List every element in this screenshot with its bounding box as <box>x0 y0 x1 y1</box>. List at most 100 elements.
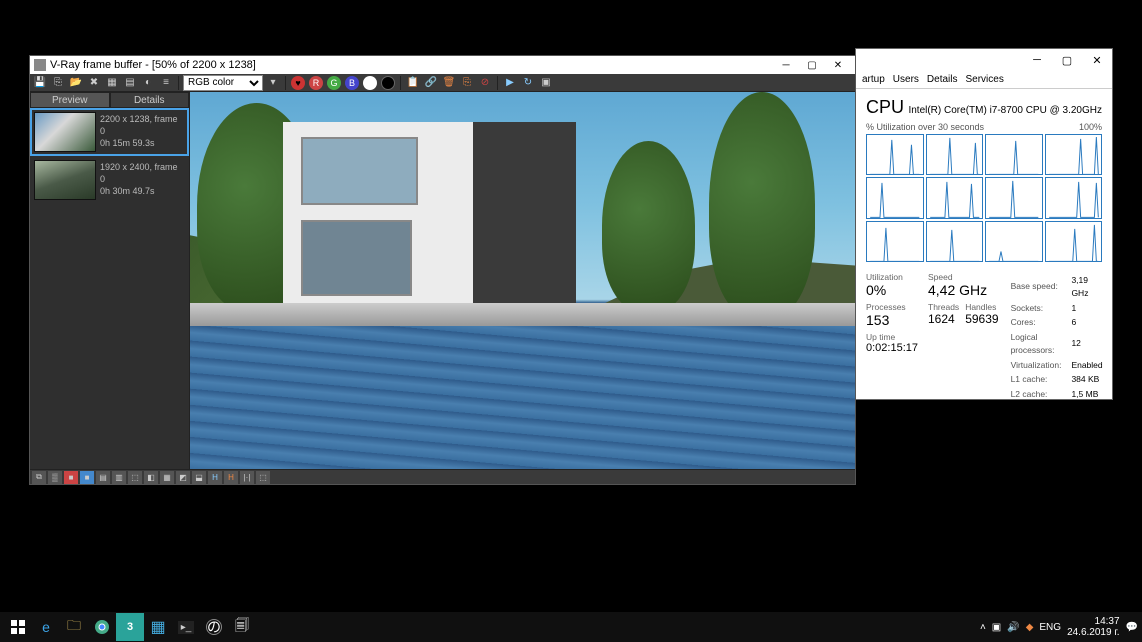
clock-time: 14:37 <box>1067 616 1119 628</box>
status-tool-icon[interactable]: ⬚ <box>256 471 270 484</box>
status-tool-icon[interactable]: ■ <box>64 471 78 484</box>
history-item[interactable]: 1920 x 2400, frame 0 0h 30m 49.7s <box>30 156 189 204</box>
cpu-core-graphs[interactable] <box>866 134 1102 262</box>
close-button[interactable]: ✕ <box>1082 49 1112 71</box>
region-icon[interactable]: ▦ <box>104 75 120 91</box>
status-tool-icon[interactable]: H <box>208 471 222 484</box>
render-icon[interactable]: ↻ <box>520 75 536 91</box>
util-label: % Utilization over 30 seconds <box>866 122 984 132</box>
render-viewport[interactable] <box>190 92 855 469</box>
rendered-image <box>190 92 855 469</box>
mono-icon[interactable]: ◐ <box>140 75 156 91</box>
language-indicator[interactable]: ENG <box>1039 622 1061 633</box>
app-circle-icon[interactable]: の <box>200 613 228 641</box>
status-tool-icon[interactable]: ◩ <box>176 471 190 484</box>
speed-value: 4,42 GHz <box>928 282 999 298</box>
status-tool-icon[interactable]: ⬓ <box>192 471 206 484</box>
dropdown-icon[interactable]: ▾ <box>265 75 281 91</box>
chrome-icon[interactable] <box>88 613 116 641</box>
maximize-button[interactable]: ▢ <box>1052 49 1082 71</box>
tray-chevron-icon[interactable]: ˄ <box>980 622 986 633</box>
channel-r-button[interactable]: R <box>309 76 323 90</box>
uptime-label: Up time <box>866 332 918 342</box>
task-manager-window: ─ ▢ ✕ artup Users Details Services CPU I… <box>855 48 1113 400</box>
render-channel-select[interactable]: RGB color <box>183 75 263 91</box>
app-icon[interactable]: 🗐 <box>228 613 256 641</box>
duplicate-icon[interactable]: ⎘ <box>459 75 475 91</box>
save-icon[interactable]: 💾 <box>32 75 48 91</box>
tab-strip: artup Users Details Services <box>856 71 1112 89</box>
app-icon[interactable]: ▦ <box>144 613 172 641</box>
status-bar: ⧉ ▒ ■ ■ ▤ ▥ ⬚ ◧ ▦ ◩ ⬓ H H |·| ⬚ <box>30 469 855 484</box>
edge-icon[interactable]: e <box>32 613 60 641</box>
thumb-dims: 2200 x 1238, frame 0 <box>100 114 185 137</box>
tab-details[interactable]: Details <box>110 92 190 108</box>
clipboard-icon[interactable]: 📋 <box>405 75 421 91</box>
status-tool-icon[interactable]: ⬚ <box>128 471 142 484</box>
minimize-button[interactable]: ─ <box>773 57 799 73</box>
toolbar: 💾 ⎘ 📂 ✖ ▦ ▤ ◐ ≡ RGB color ▾ ♥ R G B 📋 🔗 … <box>30 74 855 92</box>
processes-label: Processes <box>866 302 918 312</box>
link-icon[interactable]: 🔗 <box>423 75 439 91</box>
channel-b-button[interactable]: B <box>345 76 359 90</box>
delete-icon[interactable]: ✖ <box>86 75 102 91</box>
tray-app-icon[interactable]: ◆ <box>1026 622 1034 633</box>
performance-panel: CPU Intel(R) Core(TM) i7-8700 CPU @ 3.20… <box>856 89 1112 399</box>
close-button[interactable]: ✕ <box>825 57 851 73</box>
window-controls: ─ ▢ ✕ <box>856 49 1112 71</box>
window-title: V-Ray frame buffer - [50% of 2200 x 1238… <box>50 59 256 71</box>
channel-alpha-button[interactable] <box>363 76 377 90</box>
handles-label: Handles <box>965 302 998 312</box>
tab-users[interactable]: Users <box>893 74 919 85</box>
cpu-model: Intel(R) Core(TM) i7-8700 CPU @ 3.20GHz <box>908 105 1102 116</box>
thumb-dims: 1920 x 2400, frame 0 <box>100 162 185 185</box>
notifications-icon[interactable]: 💬 <box>1126 622 1138 633</box>
thumb-time: 0h 30m 49.7s <box>100 186 185 198</box>
render-last-icon[interactable]: ▶ <box>502 75 518 91</box>
history-item[interactable]: 2200 x 1238, frame 0 0h 15m 59.3s <box>30 108 189 156</box>
tray-volume-icon[interactable]: 🔊 <box>1007 622 1019 633</box>
tab-services[interactable]: Services <box>966 74 1004 85</box>
stop-icon[interactable]: ⊘ <box>477 75 493 91</box>
history-sidebar: Preview Details 2200 x 1238, frame 0 0h … <box>30 92 190 469</box>
thumbnail-image <box>34 112 96 152</box>
lock-icon[interactable]: ▣ <box>538 75 554 91</box>
status-tool-icon[interactable]: ▦ <box>160 471 174 484</box>
tab-startup[interactable]: artup <box>862 74 885 85</box>
status-tool-icon[interactable]: ▥ <box>112 471 126 484</box>
status-tool-icon[interactable]: |·| <box>240 471 254 484</box>
app-icon <box>34 59 46 71</box>
file-explorer-icon[interactable]: 🗀 <box>60 613 88 641</box>
save-all-icon[interactable]: ⎘ <box>50 75 66 91</box>
heart-icon[interactable]: ♥ <box>291 76 305 90</box>
status-tool-icon[interactable]: ▤ <box>96 471 110 484</box>
status-tool-icon[interactable]: ▒ <box>48 471 62 484</box>
status-tool-icon[interactable]: ⧉ <box>32 471 46 484</box>
utilization-value: 0% <box>866 282 918 298</box>
title-bar[interactable]: V-Ray frame buffer - [50% of 2200 x 1238… <box>30 56 855 74</box>
tray-network-icon[interactable]: ▣ <box>992 622 1001 633</box>
status-tool-icon[interactable]: ◧ <box>144 471 158 484</box>
clock-date: 24.6.2019 г. <box>1067 627 1119 639</box>
terminal-icon[interactable]: ▸_ <box>172 613 200 641</box>
thumb-time: 0h 15m 59.3s <box>100 138 185 150</box>
status-tool-icon[interactable]: H <box>224 471 238 484</box>
pixel-icon[interactable]: ▤ <box>122 75 138 91</box>
vray-frame-buffer-window: V-Ray frame buffer - [50% of 2200 x 1238… <box>29 55 856 485</box>
open-icon[interactable]: 📂 <box>68 75 84 91</box>
speed-label: Speed <box>928 272 999 282</box>
start-button[interactable] <box>4 613 32 641</box>
channel-mono-button[interactable] <box>381 76 395 90</box>
menu-icon[interactable]: ≡ <box>158 75 174 91</box>
clock[interactable]: 14:37 24.6.2019 г. <box>1067 616 1119 639</box>
minimize-button[interactable]: ─ <box>1022 49 1052 71</box>
status-tool-icon[interactable]: ■ <box>80 471 94 484</box>
3dsmax-icon[interactable]: 3 <box>116 613 144 641</box>
channel-g-button[interactable]: G <box>327 76 341 90</box>
clear-icon[interactable]: 🗑 <box>441 75 457 91</box>
maximize-button[interactable]: ▢ <box>799 57 825 73</box>
tab-preview[interactable]: Preview <box>30 92 110 108</box>
processes-value: 153 <box>866 312 918 328</box>
tab-details[interactable]: Details <box>927 74 958 85</box>
utilization-label: Utilization <box>866 272 918 282</box>
